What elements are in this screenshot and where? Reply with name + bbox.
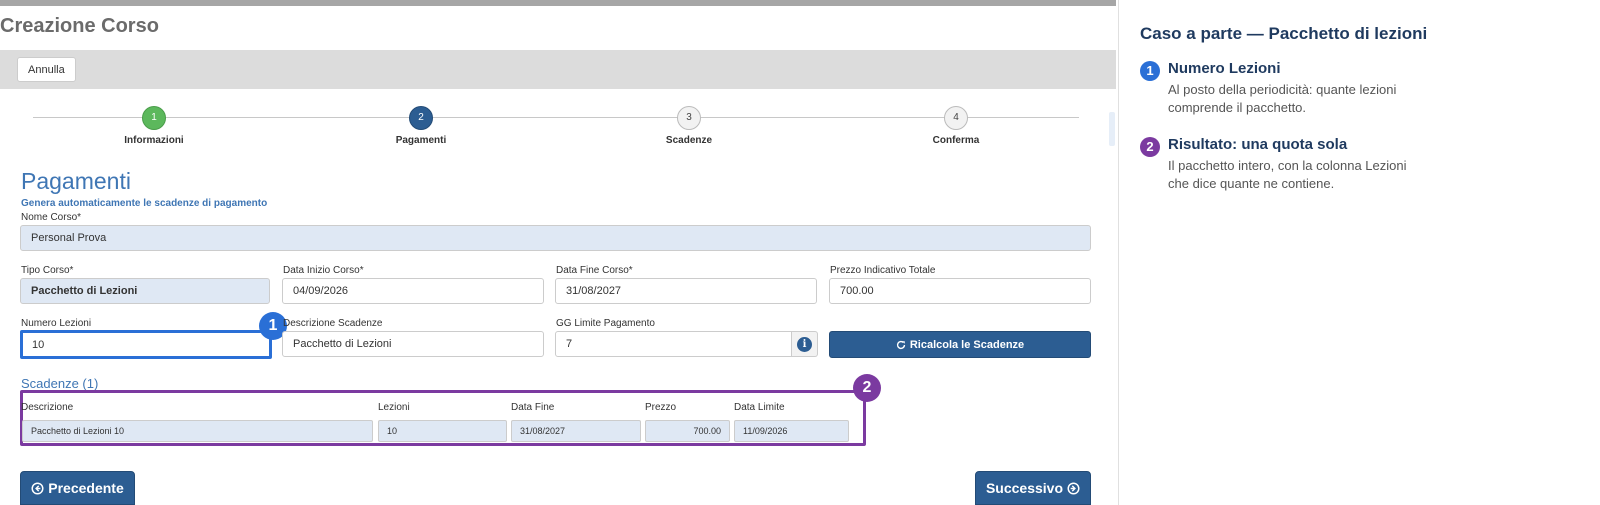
arrow-right-circle-icon <box>1067 481 1080 495</box>
descrizione-scadenze-label: Descrizione Scadenze <box>283 318 383 329</box>
prezzo-totale-field[interactable]: 700.00 <box>829 278 1091 304</box>
tipo-corso-select[interactable]: Pacchetto di Lezioni <box>20 278 270 304</box>
side-panel-title: Caso a parte — Pacchetto di lezioni <box>1140 24 1428 43</box>
step-circle: 3 <box>677 106 701 130</box>
recalc-label: Ricalcola le Scadenze <box>909 338 1025 351</box>
gg-limite-label: GG Limite Pagamento <box>556 318 655 329</box>
step-label: Informazioni <box>124 135 184 146</box>
data-inizio-field[interactable]: 04/09/2026 <box>282 278 544 304</box>
top-bar <box>0 0 1116 6</box>
toolbar <box>0 50 1116 89</box>
refresh-icon <box>896 340 905 349</box>
section-title: Pagamenti <box>21 168 131 194</box>
page-title: Creazione Corso <box>0 15 159 37</box>
col-header-data-limite: Data Limite <box>734 402 785 413</box>
step-circle: 1 <box>142 106 166 130</box>
step-label: Scadenze <box>665 135 713 146</box>
prev-label: Precedente <box>48 480 124 496</box>
tipo-corso-label: Tipo Corso* <box>21 265 74 276</box>
side-note-text: Al posto della periodicità: quante lezio… <box>1168 82 1397 115</box>
cell-descrizione[interactable]: Pacchetto di Lezioni 10 <box>22 420 373 442</box>
callout-badge-2: 2 <box>853 374 881 402</box>
step-label: Pagamenti <box>395 135 447 146</box>
gg-limite-field[interactable]: 7 <box>555 331 792 357</box>
step-label: Conferma <box>932 135 980 146</box>
info-button[interactable]: i <box>792 331 818 357</box>
col-header-prezzo: Prezzo <box>645 402 677 413</box>
data-fine-field[interactable]: 31/08/2027 <box>555 278 817 304</box>
next-label: Successivo <box>985 480 1064 496</box>
descrizione-scadenze-field[interactable]: Pacchetto di Lezioni <box>282 331 544 357</box>
prev-button[interactable]: Precedente <box>20 471 135 505</box>
side-note-badge: 2 <box>1140 137 1160 157</box>
nome-corso-field[interactable]: Personal Prova <box>20 225 1091 251</box>
wizard-step-pagamenti[interactable]: 2 Pagamenti <box>351 106 491 146</box>
highlight-numero-lezioni <box>20 330 272 359</box>
scroll-indicator <box>1109 112 1115 146</box>
recalc-button[interactable]: Ricalcola le Scadenze <box>829 331 1091 358</box>
side-note-badge: 1 <box>1140 61 1160 81</box>
side-note-title: Risultato: una quota sola <box>1168 136 1348 153</box>
next-button[interactable]: Successivo <box>975 471 1091 505</box>
panel-divider <box>1118 0 1119 505</box>
wizard-step-scadenze[interactable]: 3 Scadenze <box>619 106 759 146</box>
numero-lezioni-label: Numero Lezioni <box>21 318 92 329</box>
wizard-step-conferma[interactable]: 4 Conferma <box>886 106 1026 146</box>
section-subtitle: Genera automaticamente le scadenze di pa… <box>21 198 268 209</box>
prezzo-totale-label: Prezzo Indicativo Totale <box>830 265 936 276</box>
arrow-left-circle-icon <box>31 481 44 495</box>
side-note-2: 2 Risultato: una quota sola Il pacchetto… <box>1140 136 1440 193</box>
cancel-button[interactable]: Annulla <box>17 57 76 82</box>
cell-data-limite[interactable]: 11/09/2026 <box>734 420 849 442</box>
info-icon: i <box>797 336 812 352</box>
nome-corso-label: Nome Corso* <box>21 212 82 223</box>
side-note-title: Numero Lezioni <box>1168 60 1281 77</box>
step-circle: 4 <box>944 106 968 130</box>
side-note-1: 1 Numero Lezioni Al posto della periodic… <box>1140 60 1440 117</box>
col-header-data-fine: Data Fine <box>511 402 555 413</box>
col-header-descrizione: Descrizione <box>21 402 74 413</box>
data-fine-label: Data Fine Corso* <box>556 265 633 276</box>
wizard-step-informazioni[interactable]: 1 Informazioni <box>84 106 224 146</box>
cell-data-fine[interactable]: 31/08/2027 <box>511 420 641 442</box>
col-header-lezioni: Lezioni <box>378 402 410 413</box>
side-note-text: Il pacchetto intero, con la colonna Lezi… <box>1168 158 1407 191</box>
scadenze-title: Scadenze (1) <box>21 376 99 391</box>
cell-lezioni[interactable]: 10 <box>378 420 507 442</box>
data-inizio-label: Data Inizio Corso* <box>283 265 364 276</box>
cell-prezzo[interactable]: 700.00 <box>645 420 730 442</box>
step-circle: 2 <box>409 106 433 130</box>
